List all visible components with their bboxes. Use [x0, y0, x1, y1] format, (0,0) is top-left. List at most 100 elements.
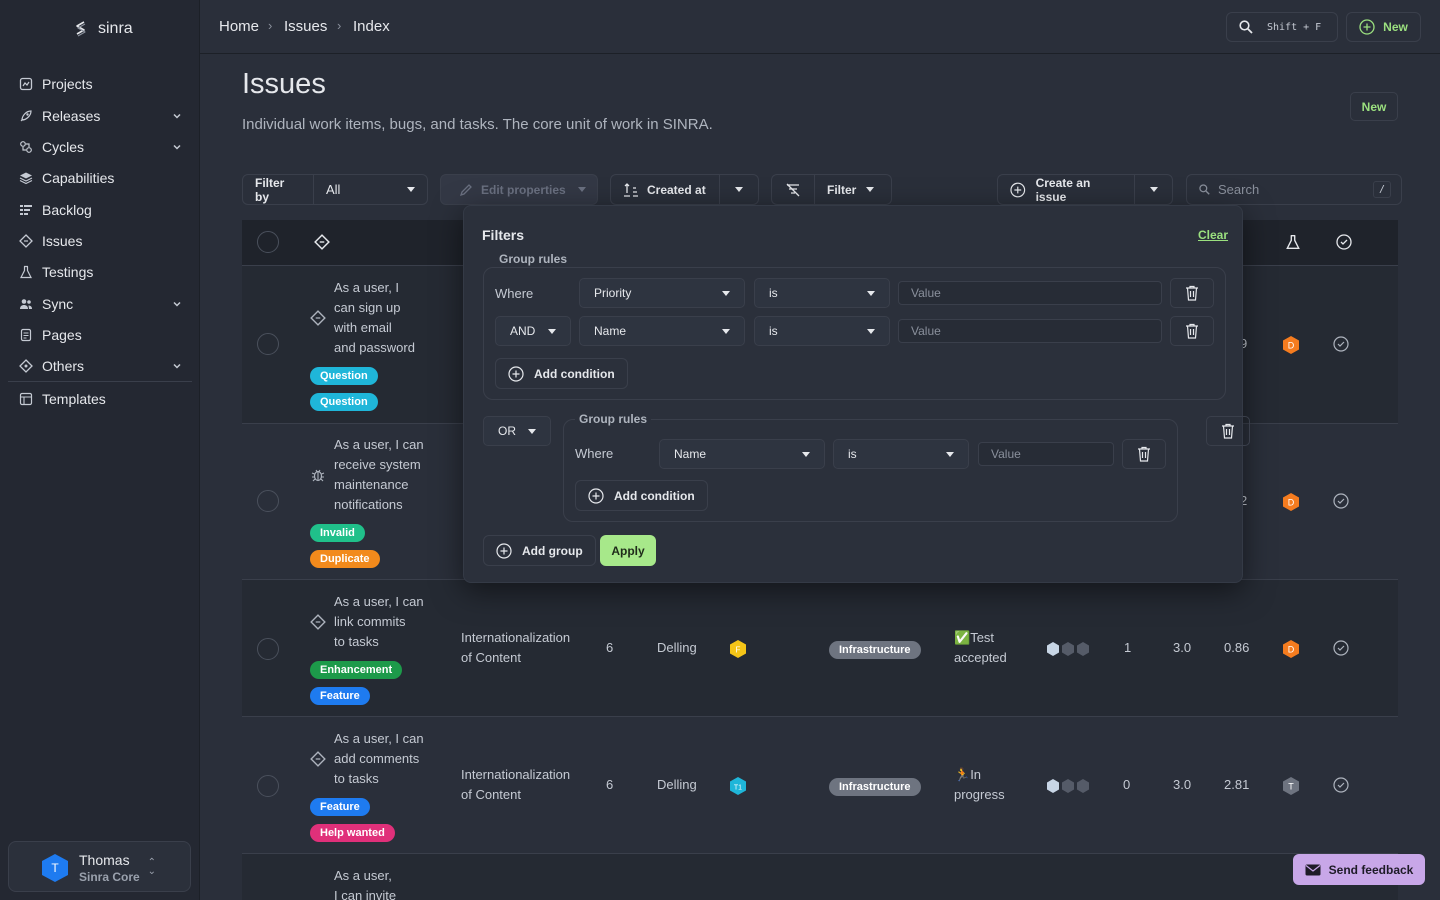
delete-group-button[interactable]	[1206, 416, 1250, 446]
row-checkbox[interactable]	[257, 333, 279, 355]
row-checkbox[interactable]	[257, 638, 279, 660]
clear-filter-button[interactable]	[772, 175, 814, 204]
create-issue-button[interactable]: Create an issue	[998, 175, 1134, 204]
status-emoji: ✅	[954, 630, 971, 645]
chevron-down-icon[interactable]	[172, 139, 182, 155]
check-circle-icon[interactable]	[1333, 777, 1349, 793]
add-group-button[interactable]: Add group	[483, 535, 596, 566]
select-all-checkbox[interactable]	[257, 231, 279, 253]
sidebar-item-projects[interactable]: Projects	[18, 72, 188, 96]
sidebar-item-templates[interactable]: Templates	[18, 387, 188, 411]
assignee-avatar[interactable]: T	[1282, 776, 1300, 796]
sidebar-item-testings[interactable]: Testings	[18, 260, 188, 284]
tag-badge[interactable]: Feature	[310, 687, 370, 705]
value-input[interactable]: Value	[978, 442, 1114, 466]
issue-title[interactable]: As a user, Ican sign up with email and pas…	[334, 278, 415, 358]
field-select[interactable]: Priority	[579, 278, 745, 308]
chevron-down-icon[interactable]	[172, 296, 182, 312]
sidebar: sinra Projects Releases Cycles Capabilit…	[0, 0, 200, 900]
sidebar-item-others[interactable]: Others	[18, 354, 188, 378]
sidebar-item-backlog[interactable]: Backlog	[18, 198, 188, 222]
issue-title[interactable]: As a user, I can link commits to tasks	[334, 592, 424, 652]
clear-filters-link[interactable]: Clear	[1198, 228, 1228, 242]
filter-control[interactable]: Filter	[771, 174, 892, 205]
tag-badge[interactable]: Help wanted	[310, 824, 395, 842]
component-badge[interactable]: Infrastructure	[829, 778, 921, 796]
apply-filters-button[interactable]: Apply	[600, 535, 656, 566]
search-input[interactable]: Search /	[1186, 174, 1402, 205]
add-condition-button[interactable]: Add condition	[575, 480, 708, 511]
sidebar-item-cycles[interactable]: Cycles	[18, 135, 188, 159]
create-issue-control[interactable]: Create an issue	[997, 174, 1173, 205]
issue-title[interactable]: As a user, I can add comments to tasks	[334, 729, 424, 789]
tag-badge[interactable]: Duplicate	[310, 550, 380, 568]
owner-name[interactable]: Delling	[657, 775, 697, 795]
edit-properties-button[interactable]: Edit properties	[440, 174, 598, 205]
chevron-down-icon[interactable]	[172, 108, 182, 124]
global-search-button[interactable]: Shift + F	[1226, 12, 1338, 42]
conjunction-select[interactable]: AND	[495, 316, 571, 346]
status-label[interactable]: ✅Test accepted	[954, 628, 1007, 668]
owner-name[interactable]: Delling	[657, 638, 697, 658]
field-select[interactable]: Name	[659, 439, 825, 469]
chevron-down-icon	[867, 291, 875, 296]
breadcrumb-home[interactable]: Home	[219, 18, 259, 35]
sinra-logo-icon	[76, 21, 86, 37]
tag-badge[interactable]: Enhancement	[310, 661, 403, 679]
status-label[interactable]: 🏃In progress	[954, 765, 1005, 805]
chevron-updown-icon[interactable]: ⌃ ⌄	[148, 858, 156, 877]
breadcrumb-issues[interactable]: Issues	[284, 18, 327, 35]
operator-select[interactable]: is	[754, 316, 890, 346]
filter-button[interactable]: Filter	[814, 175, 891, 204]
operator-select[interactable]: is	[754, 278, 890, 308]
release-avatar[interactable]: T1	[729, 776, 747, 796]
filter-by-select[interactable]: Filter by All	[242, 174, 428, 205]
value-input[interactable]: Value	[898, 281, 1162, 305]
check-circle-icon[interactable]	[1333, 336, 1349, 352]
field-select[interactable]: Name	[579, 316, 745, 346]
sidebar-item-capabilities[interactable]: Capabilities	[18, 166, 188, 190]
sort-button[interactable]: Created at	[611, 175, 719, 204]
capability-name[interactable]: Internationalization of Content	[461, 765, 570, 805]
tag-badge[interactable]: Feature	[310, 798, 370, 816]
sidebar-item-issues[interactable]: Issues	[18, 229, 188, 253]
create-issue-dropdown[interactable]	[1134, 175, 1172, 204]
sidebar-item-sync[interactable]: Sync	[18, 292, 188, 316]
check-circle-icon[interactable]	[1333, 640, 1349, 656]
assignee-avatar[interactable]: D	[1282, 492, 1300, 512]
capability-name[interactable]: Internationalization of Content	[461, 628, 570, 668]
sort-dropdown[interactable]	[719, 175, 758, 204]
issue-title[interactable]: As a user, I can receive system maintenanc…	[334, 435, 424, 515]
operator-select[interactable]: is	[833, 439, 969, 469]
tag-badge[interactable]: Question	[310, 367, 378, 385]
add-condition-button[interactable]: Add condition	[495, 358, 628, 389]
sidebar-item-releases[interactable]: Releases	[18, 104, 188, 128]
delete-condition-button[interactable]	[1122, 439, 1166, 469]
tag-badge[interactable]: Invalid	[310, 524, 365, 542]
delete-condition-button[interactable]	[1170, 278, 1214, 308]
tag-badge[interactable]: Question	[310, 393, 378, 411]
issue-title[interactable]: As a user, I can invite	[334, 866, 396, 900]
table-row[interactable]: As a user, I can link commits to tasks Enh…	[242, 579, 1398, 716]
check-circle-icon[interactable]	[1333, 493, 1349, 509]
backlog-icon	[18, 202, 34, 218]
row-checkbox[interactable]	[257, 490, 279, 512]
value-input[interactable]: Value	[898, 319, 1162, 343]
user-menu[interactable]: T Thomas Sinra Core ⌃ ⌄	[8, 841, 191, 892]
new-issue-button[interactable]: New	[1350, 92, 1398, 121]
new-top-button[interactable]: New	[1346, 12, 1421, 42]
table-row[interactable]: As a user, I can invite	[242, 853, 1398, 900]
row-checkbox[interactable]	[257, 775, 279, 797]
table-row[interactable]: As a user, I can add comments to tasks Fea…	[242, 716, 1398, 853]
send-feedback-button[interactable]: Send feedback	[1293, 854, 1425, 885]
sort-control[interactable]: Created at	[610, 174, 759, 205]
app-logo[interactable]: sinra	[72, 20, 133, 38]
group-conjunction-select[interactable]: OR	[483, 416, 551, 446]
sidebar-item-pages[interactable]: Pages	[18, 323, 188, 347]
component-badge[interactable]: Infrastructure	[829, 641, 921, 659]
assignee-avatar[interactable]: D	[1282, 639, 1300, 659]
delete-condition-button[interactable]	[1170, 316, 1214, 346]
assignee-avatar[interactable]: D	[1282, 335, 1300, 355]
release-avatar[interactable]: F	[729, 639, 747, 659]
chevron-down-icon[interactable]	[172, 358, 182, 374]
